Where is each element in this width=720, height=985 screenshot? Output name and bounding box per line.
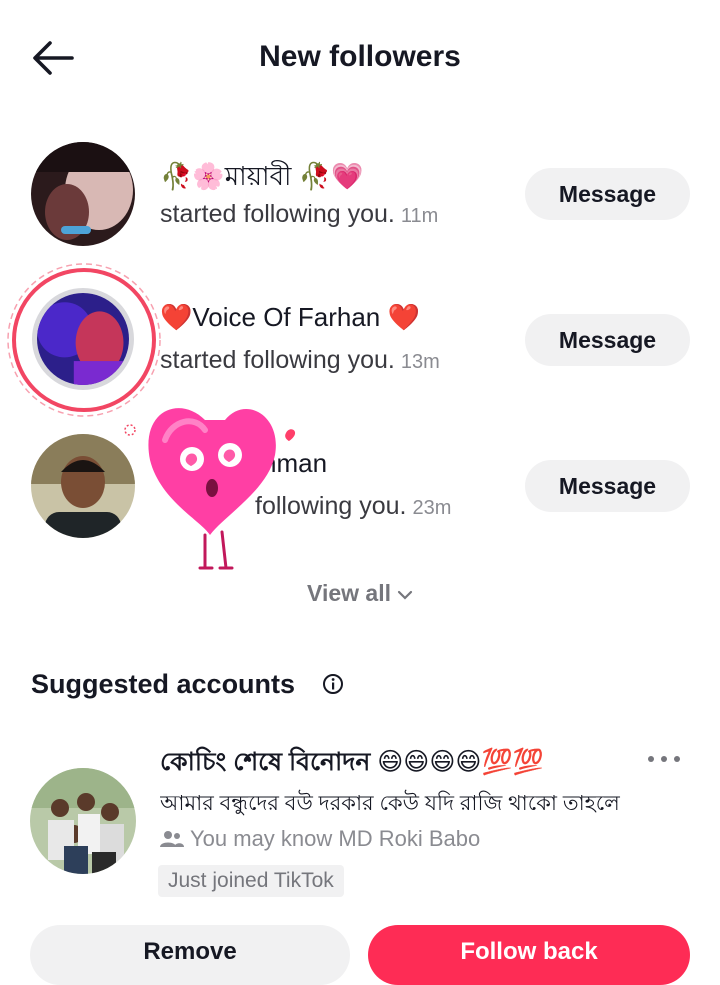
- message-button[interactable]: Message: [525, 314, 690, 366]
- page-title: New followers: [259, 40, 461, 73]
- users-icon: [160, 831, 184, 847]
- view-all-link[interactable]: View all: [0, 580, 720, 607]
- status-text: started following you.: [160, 346, 395, 374]
- timestamp: 13m: [400, 351, 440, 373]
- follower-row[interactable]: hman following you. 23m Message: [0, 432, 720, 562]
- follower-name[interactable]: 🥀🌸মায়াবী 🥀💗: [160, 156, 363, 200]
- follower-name[interactable]: hman: [262, 448, 327, 479]
- mutual-text: You may know MD Roki Babo: [190, 826, 481, 851]
- message-button[interactable]: Message: [525, 168, 690, 220]
- follower-row[interactable]: 🥀🌸মায়াবী 🥀💗 started following you. 11m M…: [0, 140, 720, 270]
- follower-row[interactable]: ❤️Voice Of Farhan ❤️ started following y…: [0, 286, 720, 416]
- message-button[interactable]: Message: [525, 460, 690, 512]
- avatar[interactable]: [31, 142, 135, 246]
- status-badge: Just joined TikTok: [158, 865, 344, 897]
- view-all-label: View all: [307, 580, 391, 606]
- timestamp: 11m: [400, 205, 439, 227]
- suggested-name[interactable]: কোচিং শেষে বিনোদন 😄😄😄😄💯💯: [160, 742, 544, 785]
- section-title: Suggested accounts: [31, 669, 296, 699]
- info-icon[interactable]: [322, 673, 344, 695]
- header: New followers: [0, 0, 720, 116]
- status-text: following you.: [255, 492, 407, 520]
- suggested-avatar[interactable]: [30, 768, 136, 874]
- status-text: started following you.: [160, 200, 395, 228]
- follower-name[interactable]: ❤️Voice Of Farhan ❤️: [160, 302, 420, 333]
- avatar[interactable]: [32, 288, 134, 390]
- follower-status: started following you. 11m: [160, 200, 438, 229]
- chevron-down-icon: [397, 590, 413, 600]
- mutual-connection: You may know MD Roki Babo: [160, 826, 480, 852]
- more-options-icon[interactable]: [646, 752, 682, 766]
- remove-button[interactable]: Remove: [30, 925, 350, 985]
- avatar[interactable]: [31, 434, 135, 538]
- timestamp: 23m: [412, 497, 452, 519]
- follower-status: following you. 23m: [255, 492, 451, 521]
- follow-back-button[interactable]: Follow back: [368, 925, 690, 985]
- follower-status: started following you. 13m: [160, 346, 440, 375]
- suggested-bio: আমার বন্ধুদের বউ দরকার কেউ যদি রাজি থাকো…: [160, 792, 620, 815]
